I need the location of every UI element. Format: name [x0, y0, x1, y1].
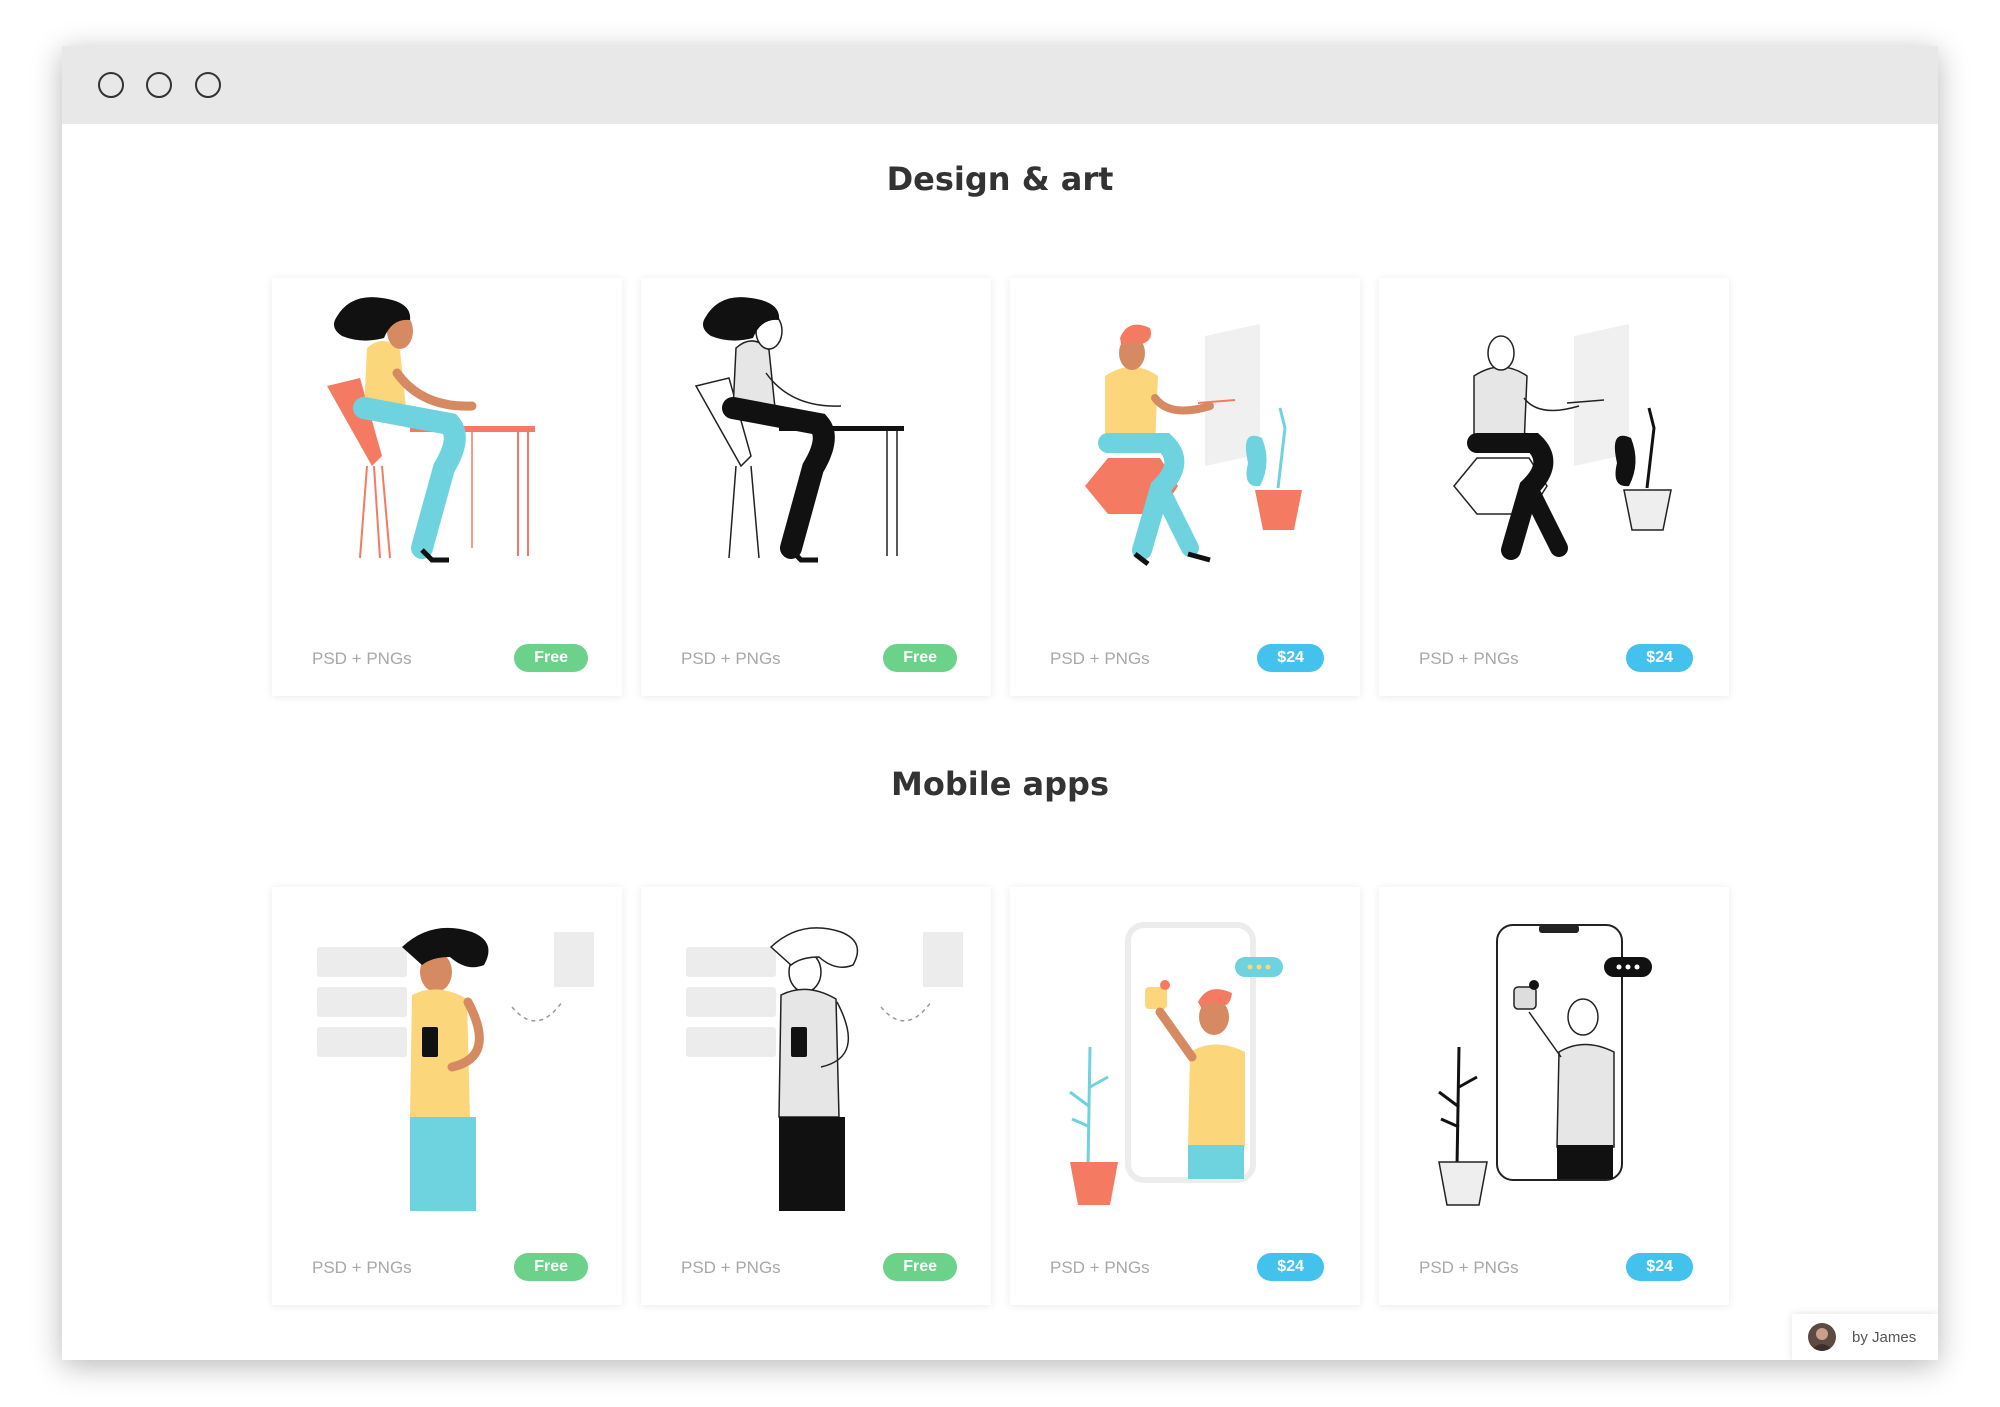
man-inside-smartphone-illustration: [1069, 922, 1283, 1205]
window-close-button[interactable]: [98, 72, 124, 98]
illustration-card[interactable]: PSD + PNGs $24: [1010, 887, 1360, 1305]
illustration-card[interactable]: PSD + PNGs $24: [1379, 887, 1729, 1305]
author-badge[interactable]: by James: [1792, 1314, 1938, 1360]
price-badge[interactable]: Free: [514, 1253, 588, 1281]
format-label: PSD + PNGs: [312, 649, 412, 668]
format-label: PSD + PNGs: [312, 1258, 412, 1277]
price-badge[interactable]: $24: [1257, 1253, 1324, 1281]
illustration-card[interactable]: PSD + PNGs $24: [1010, 278, 1360, 696]
window-maximize-button[interactable]: [195, 72, 221, 98]
illustration-card[interactable]: PSD + PNGs Free: [641, 887, 991, 1305]
format-label: PSD + PNGs: [1419, 1258, 1519, 1277]
price-badge[interactable]: Free: [514, 644, 588, 672]
man-inside-smartphone-outline-illustration: [1438, 924, 1652, 1206]
woman-with-phone-illustration: [317, 927, 594, 1211]
window-minimize-button[interactable]: [146, 72, 172, 98]
format-label: PSD + PNGs: [1419, 649, 1519, 668]
illustration-card[interactable]: PSD + PNGs Free: [272, 887, 622, 1305]
price-badge[interactable]: Free: [883, 1253, 957, 1281]
author-label: by James: [1852, 1329, 1917, 1346]
price-badge[interactable]: Free: [883, 644, 957, 672]
browser-window: Design & art PSD + PNGs Free PSD + PNGs …: [62, 46, 1938, 1360]
avatar: [1808, 1323, 1836, 1351]
illustration-card[interactable]: PSD + PNGs $24: [1379, 278, 1729, 696]
price-badge[interactable]: $24: [1626, 1253, 1693, 1281]
format-label: PSD + PNGs: [1050, 649, 1150, 668]
man-drawing-on-canvas-outline-illustration: [1453, 324, 1672, 560]
format-label: PSD + PNGs: [681, 649, 781, 668]
format-label: PSD + PNGs: [681, 1258, 781, 1277]
woman-with-phone-outline-illustration: [686, 927, 963, 1211]
woman-at-desk-outline-illustration: [694, 297, 904, 563]
section-title-mobile-apps: Mobile apps: [891, 765, 1109, 803]
price-badge[interactable]: $24: [1257, 644, 1324, 672]
window-titlebar: [62, 46, 1938, 124]
illustration-card[interactable]: PSD + PNGs Free: [272, 278, 622, 696]
man-drawing-on-canvas-illustration: [1085, 324, 1302, 566]
format-label: PSD + PNGs: [1050, 1258, 1150, 1277]
price-badge[interactable]: $24: [1626, 644, 1693, 672]
section-title-design-art: Design & art: [886, 160, 1114, 198]
illustration-card[interactable]: PSD + PNGs Free: [641, 278, 991, 696]
woman-at-desk-illustration: [327, 297, 535, 563]
